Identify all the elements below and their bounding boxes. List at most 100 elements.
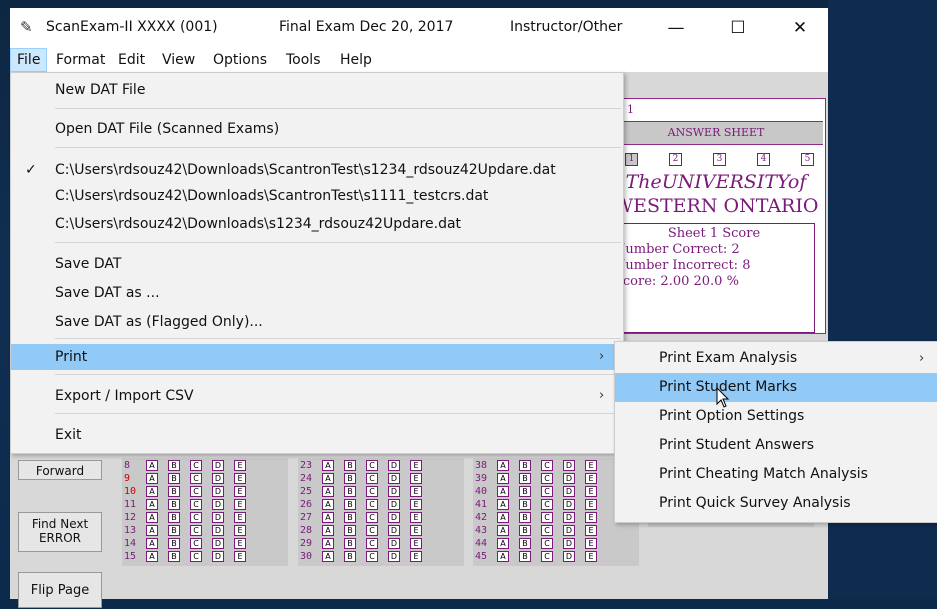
menu-item-print-student-marks[interactable]: Print Student Marks (615, 373, 937, 402)
answer-bubble[interactable]: C (190, 512, 202, 523)
answer-bubble[interactable]: E (234, 525, 246, 536)
answer-bubble[interactable]: C (541, 512, 553, 523)
answer-bubble[interactable]: D (388, 499, 400, 510)
answer-bubble[interactable]: D (563, 486, 575, 497)
answer-bubble[interactable]: B (344, 460, 356, 471)
answer-bubble[interactable]: B (519, 486, 531, 497)
answer-bubble[interactable]: C (366, 525, 378, 536)
answer-bubble[interactable]: C (366, 512, 378, 523)
answer-bubble[interactable]: A (146, 551, 158, 562)
answer-bubble[interactable]: C (541, 473, 553, 484)
answer-bubble[interactable]: D (388, 473, 400, 484)
answer-bubble[interactable]: D (388, 486, 400, 497)
answer-bubble[interactable]: C (366, 460, 378, 471)
answer-bubble[interactable]: B (344, 551, 356, 562)
answer-bubble[interactable]: D (388, 512, 400, 523)
answer-bubble[interactable]: C (190, 551, 202, 562)
answer-bubble[interactable]: E (585, 525, 597, 536)
answer-bubble[interactable]: B (519, 525, 531, 536)
answer-bubble[interactable]: E (234, 499, 246, 510)
answer-bubble[interactable]: D (563, 473, 575, 484)
answer-bubble[interactable]: B (168, 512, 180, 523)
menu-item-recent-3[interactable]: C:\Users\rdsouz42\Downloads\s1234_rdsouz… (11, 211, 623, 237)
answer-bubble[interactable]: A (146, 473, 158, 484)
answer-bubble[interactable]: D (563, 512, 575, 523)
answer-bubble[interactable]: E (585, 512, 597, 523)
answer-bubble[interactable]: D (563, 551, 575, 562)
answer-bubble[interactable]: B (168, 473, 180, 484)
answer-bubble[interactable]: C (366, 473, 378, 484)
answer-bubble[interactable]: C (541, 499, 553, 510)
answer-bubble[interactable]: B (344, 499, 356, 510)
answer-bubble[interactable]: A (146, 486, 158, 497)
answer-bubble[interactable]: A (497, 538, 509, 549)
answer-bubble[interactable]: D (212, 512, 224, 523)
answer-bubble[interactable]: D (212, 538, 224, 549)
answer-bubble[interactable]: C (190, 499, 202, 510)
answer-bubble[interactable]: E (410, 538, 422, 549)
menu-item-recent-2[interactable]: C:\Users\rdsouz42\Downloads\ScantronTest… (11, 183, 623, 209)
answer-bubble[interactable]: A (146, 525, 158, 536)
menu-format[interactable]: Format (50, 48, 111, 72)
answer-bubble[interactable]: A (497, 460, 509, 471)
answer-bubble[interactable]: D (212, 460, 224, 471)
answer-bubble[interactable]: A (497, 499, 509, 510)
answer-bubble[interactable]: D (388, 460, 400, 471)
answer-bubble[interactable]: A (322, 525, 334, 536)
answer-bubble[interactable]: C (190, 473, 202, 484)
answer-bubble[interactable]: D (212, 499, 224, 510)
answer-bubble[interactable]: B (168, 551, 180, 562)
answer-bubble[interactable]: D (212, 525, 224, 536)
answer-bubble[interactable]: D (388, 538, 400, 549)
menu-item-print-option-settings[interactable]: Print Option Settings (615, 402, 937, 431)
menu-item-new-dat[interactable]: New DAT File (11, 77, 623, 103)
forward-button[interactable]: Forward (18, 460, 102, 480)
answer-bubble[interactable]: D (212, 473, 224, 484)
answer-bubble[interactable]: A (497, 551, 509, 562)
answer-bubble[interactable]: D (212, 551, 224, 562)
answer-bubble[interactable]: E (410, 473, 422, 484)
answer-bubble[interactable]: A (322, 473, 334, 484)
answer-bubble[interactable]: A (322, 499, 334, 510)
answer-bubble[interactable]: A (322, 512, 334, 523)
answer-bubble[interactable]: D (563, 525, 575, 536)
answer-bubble[interactable]: B (168, 499, 180, 510)
answer-bubble[interactable]: E (410, 486, 422, 497)
find-next-error-button[interactable]: Find Next ERROR (18, 512, 102, 552)
answer-bubble[interactable]: A (146, 538, 158, 549)
answer-bubble[interactable]: B (519, 460, 531, 471)
answer-bubble[interactable]: D (563, 538, 575, 549)
minimize-button[interactable]: — (656, 12, 696, 44)
answer-bubble[interactable]: E (410, 460, 422, 471)
answer-bubble[interactable]: C (190, 538, 202, 549)
answer-bubble[interactable]: A (322, 551, 334, 562)
answer-bubble[interactable]: E (410, 551, 422, 562)
answer-bubble[interactable]: E (234, 512, 246, 523)
menu-item-open-dat[interactable]: Open DAT File (Scanned Exams) (11, 116, 623, 142)
answer-bubble[interactable]: C (190, 486, 202, 497)
answer-bubble[interactable]: E (585, 486, 597, 497)
close-button[interactable]: ✕ (780, 12, 820, 44)
answer-bubble[interactable]: D (212, 486, 224, 497)
answer-bubble[interactable]: C (541, 538, 553, 549)
answer-bubble[interactable]: B (344, 538, 356, 549)
answer-bubble[interactable]: B (344, 473, 356, 484)
flip-page-button[interactable]: Flip Page (18, 572, 102, 608)
answer-bubble[interactable]: A (322, 460, 334, 471)
answer-bubble[interactable]: E (410, 499, 422, 510)
menu-item-save-dat-flagged[interactable]: Save DAT as (Flagged Only)... (11, 309, 623, 335)
answer-bubble[interactable]: B (168, 538, 180, 549)
answer-bubble[interactable]: A (146, 499, 158, 510)
answer-bubble[interactable]: B (519, 538, 531, 549)
answer-bubble[interactable]: B (519, 473, 531, 484)
answer-bubble[interactable]: C (190, 460, 202, 471)
answer-bubble[interactable]: E (585, 473, 597, 484)
answer-bubble[interactable]: A (497, 473, 509, 484)
answer-bubble[interactable]: C (190, 525, 202, 536)
answer-bubble[interactable]: D (563, 499, 575, 510)
menu-item-print-student-answers[interactable]: Print Student Answers (615, 431, 937, 460)
answer-bubble[interactable]: E (234, 473, 246, 484)
answer-bubble[interactable]: A (497, 486, 509, 497)
answer-bubble[interactable]: E (234, 486, 246, 497)
answer-bubble[interactable]: E (234, 460, 246, 471)
